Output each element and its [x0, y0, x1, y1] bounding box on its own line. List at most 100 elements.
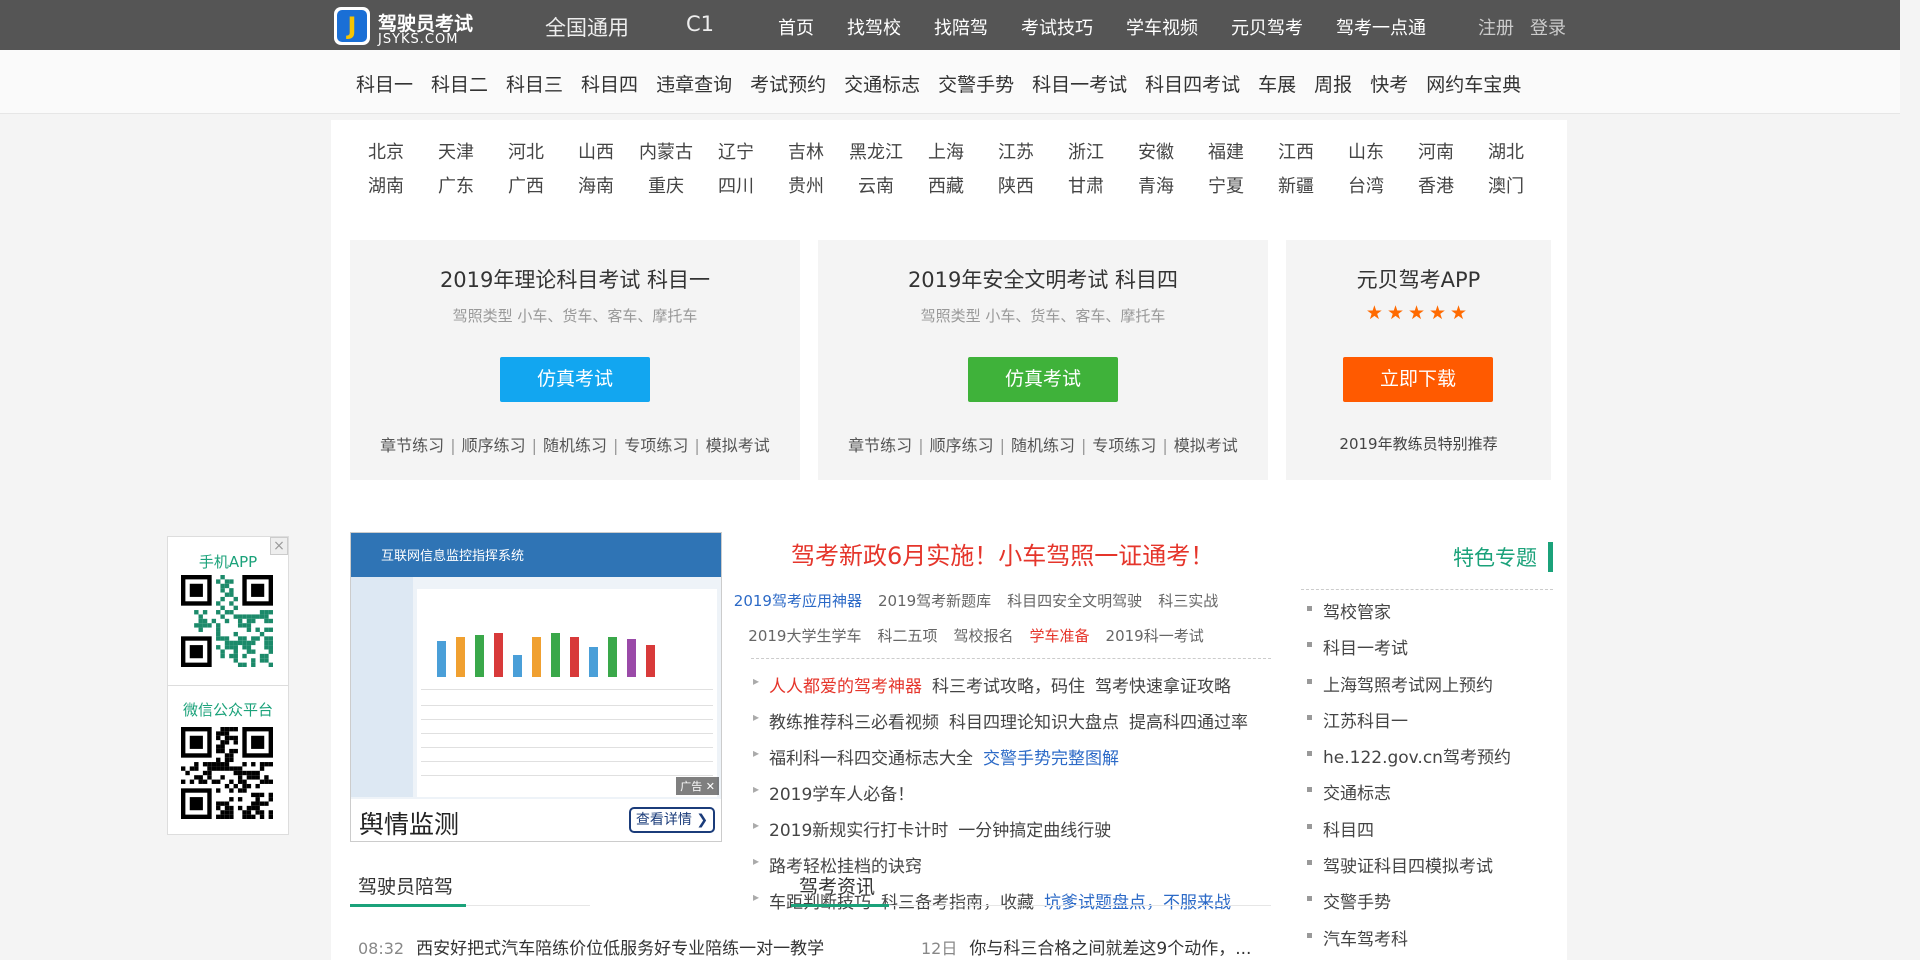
tag-link[interactable]: 驾校报名 [954, 625, 1014, 646]
news-link[interactable]: 福利科一科四交通标志大全 [769, 749, 973, 769]
practice-special-link[interactable]: 专项练习 [624, 436, 688, 455]
subnav-item[interactable]: 交警手势 [938, 70, 1014, 97]
province-link[interactable]: 广西 [491, 172, 561, 206]
topic-link[interactable]: 驾驶证科目四模拟考试 [1303, 852, 1553, 888]
topic-link[interactable]: 江苏科目一 [1303, 707, 1553, 743]
province-link[interactable]: 黑龙江 [841, 138, 911, 172]
province-link[interactable]: 广东 [421, 172, 491, 206]
mock-exam-link[interactable]: 模拟考试 [706, 436, 770, 455]
province-link[interactable]: 辽宁 [701, 138, 771, 172]
login-link[interactable]: 登录 [1530, 14, 1566, 40]
topic-link[interactable]: 汽车驾考科 [1303, 925, 1553, 960]
province-link[interactable]: 北京 [351, 138, 421, 172]
topic-link[interactable]: 科目一考试 [1303, 634, 1553, 670]
practice-chapter-link[interactable]: 章节练习 [380, 436, 444, 455]
topic-link[interactable]: he.122.gov.cn驾考预约 [1303, 743, 1553, 779]
news-feed-item[interactable]: 12日 你与科三合格之间就差这9个动作，... [921, 934, 1251, 959]
nav-find-school[interactable]: 找驾校 [847, 14, 901, 40]
register-link[interactable]: 注册 [1478, 14, 1514, 40]
practice-sequence-link[interactable]: 顺序练习 [930, 436, 994, 455]
region-selector[interactable]: 全国通用 [545, 12, 629, 42]
province-link[interactable]: 甘肃 [1051, 172, 1121, 206]
headline-link[interactable]: 驾考新政6月实施！小车驾照一证通考！ [791, 536, 1214, 571]
subnav-item[interactable]: 违章查询 [656, 70, 732, 97]
province-link[interactable]: 宁夏 [1191, 172, 1261, 206]
province-link[interactable]: 安徽 [1121, 138, 1191, 172]
tag-link[interactable]: 2019大学生学车 [748, 625, 861, 646]
subnav-item[interactable]: 科目一考试 [1032, 70, 1127, 97]
topic-link[interactable]: 驾校管家 [1303, 598, 1553, 634]
subject4-simulate-button[interactable]: 仿真考试 [968, 357, 1118, 402]
license-type-selector[interactable]: C1 [686, 12, 714, 36]
topic-link[interactable]: 交通标志 [1303, 779, 1553, 815]
province-link[interactable]: 海南 [561, 172, 631, 206]
subnav-item[interactable]: 科目四 [581, 70, 638, 97]
province-link[interactable]: 云南 [841, 172, 911, 206]
subnav-item[interactable]: 车展 [1258, 70, 1296, 97]
province-link[interactable]: 重庆 [631, 172, 701, 206]
province-link[interactable]: 台湾 [1331, 172, 1401, 206]
subnav-item[interactable]: 科目四考试 [1145, 70, 1240, 97]
practice-random-link[interactable]: 随机练习 [1011, 436, 1075, 455]
province-link[interactable]: 贵州 [771, 172, 841, 206]
news-link[interactable]: 提高科四通过率 [1129, 713, 1248, 733]
download-app-button[interactable]: 立即下载 [1343, 357, 1493, 402]
nav-exam-tips[interactable]: 考试技巧 [1021, 14, 1093, 40]
province-link[interactable]: 江苏 [981, 138, 1051, 172]
companion-feed-item[interactable]: 08:32 西安好把式汽车陪练价位低服务好专业陪练一对一教学 [358, 934, 824, 959]
nav-yidiantong[interactable]: 驾考一点通 [1336, 14, 1426, 40]
app-qr-code[interactable] [181, 575, 273, 667]
tag-link[interactable]: 科三实战 [1158, 590, 1218, 611]
news-link[interactable]: 交警手势完整图解 [983, 749, 1119, 769]
province-link[interactable]: 湖北 [1471, 138, 1541, 172]
province-link[interactable]: 天津 [421, 138, 491, 172]
feed-title[interactable]: 西安好把式汽车陪练价位低服务好专业陪练一对一教学 [416, 939, 824, 959]
subject1-simulate-button[interactable]: 仿真考试 [500, 357, 650, 402]
topic-link[interactable]: 交警手势 [1303, 888, 1553, 924]
tag-link[interactable]: 2019驾考新题库 [878, 590, 991, 611]
news-link[interactable]: 驾考快速拿证攻略 [1095, 677, 1231, 697]
province-link[interactable]: 福建 [1191, 138, 1261, 172]
site-logo[interactable]: J 驾驶员考试 JSYKS.COM [334, 5, 484, 47]
news-link[interactable]: 人人都爱的驾考神器 [769, 677, 922, 697]
subnav-item[interactable]: 快考 [1370, 70, 1408, 97]
province-link[interactable]: 澳门 [1471, 172, 1541, 206]
province-link[interactable]: 山西 [561, 138, 631, 172]
practice-chapter-link[interactable]: 章节练习 [848, 436, 912, 455]
tag-link[interactable]: 科目四安全文明驾驶 [1007, 590, 1142, 611]
subnav-item[interactable]: 科目一 [356, 70, 413, 97]
practice-random-link[interactable]: 随机练习 [543, 436, 607, 455]
subnav-item[interactable]: 科目二 [431, 70, 488, 97]
province-link[interactable]: 西藏 [911, 172, 981, 206]
province-link[interactable]: 山东 [1331, 138, 1401, 172]
news-link[interactable]: 2019新规实行打卡计时 [769, 821, 948, 841]
news-link[interactable]: 2019学车人必备！ [769, 785, 914, 805]
province-link[interactable]: 四川 [701, 172, 771, 206]
province-link[interactable]: 陕西 [981, 172, 1051, 206]
province-link[interactable]: 湖南 [351, 172, 421, 206]
tag-link[interactable]: 学车准备 [1030, 625, 1090, 646]
subnav-item[interactable]: 周报 [1314, 70, 1352, 97]
province-link[interactable]: 内蒙古 [631, 138, 701, 172]
topic-link[interactable]: 上海驾照考试网上预约 [1303, 671, 1553, 707]
wechat-qr-code[interactable] [181, 727, 273, 819]
mock-exam-link[interactable]: 模拟考试 [1174, 436, 1238, 455]
province-link[interactable]: 河南 [1401, 138, 1471, 172]
province-link[interactable]: 新疆 [1261, 172, 1331, 206]
ad-banner[interactable]: 互联网信息监控指挥系统 广告 ✕ 舆情监测 查看详情 ❯ [350, 532, 722, 842]
province-link[interactable]: 吉林 [771, 138, 841, 172]
province-link[interactable]: 青海 [1121, 172, 1191, 206]
subnav-item[interactable]: 考试预约 [750, 70, 826, 97]
nav-yuanbei[interactable]: 元贝驾考 [1231, 14, 1303, 40]
subnav-item[interactable]: 交通标志 [844, 70, 920, 97]
province-link[interactable]: 江西 [1261, 138, 1331, 172]
tag-link[interactable]: 科二五项 [877, 625, 937, 646]
tag-link[interactable]: 2019科一考试 [1106, 625, 1204, 646]
news-link[interactable]: 一分钟搞定曲线行驶 [958, 821, 1111, 841]
news-link[interactable]: 科三考试攻略，码住 [932, 677, 1085, 697]
feed-title[interactable]: 你与科三合格之间就差这9个动作，... [969, 939, 1251, 959]
subnav-item[interactable]: 网约车宝典 [1426, 70, 1521, 97]
subnav-item[interactable]: 科目三 [506, 70, 563, 97]
province-link[interactable]: 浙江 [1051, 138, 1121, 172]
tag-link[interactable]: 2019驾考应用神器 [734, 590, 862, 611]
